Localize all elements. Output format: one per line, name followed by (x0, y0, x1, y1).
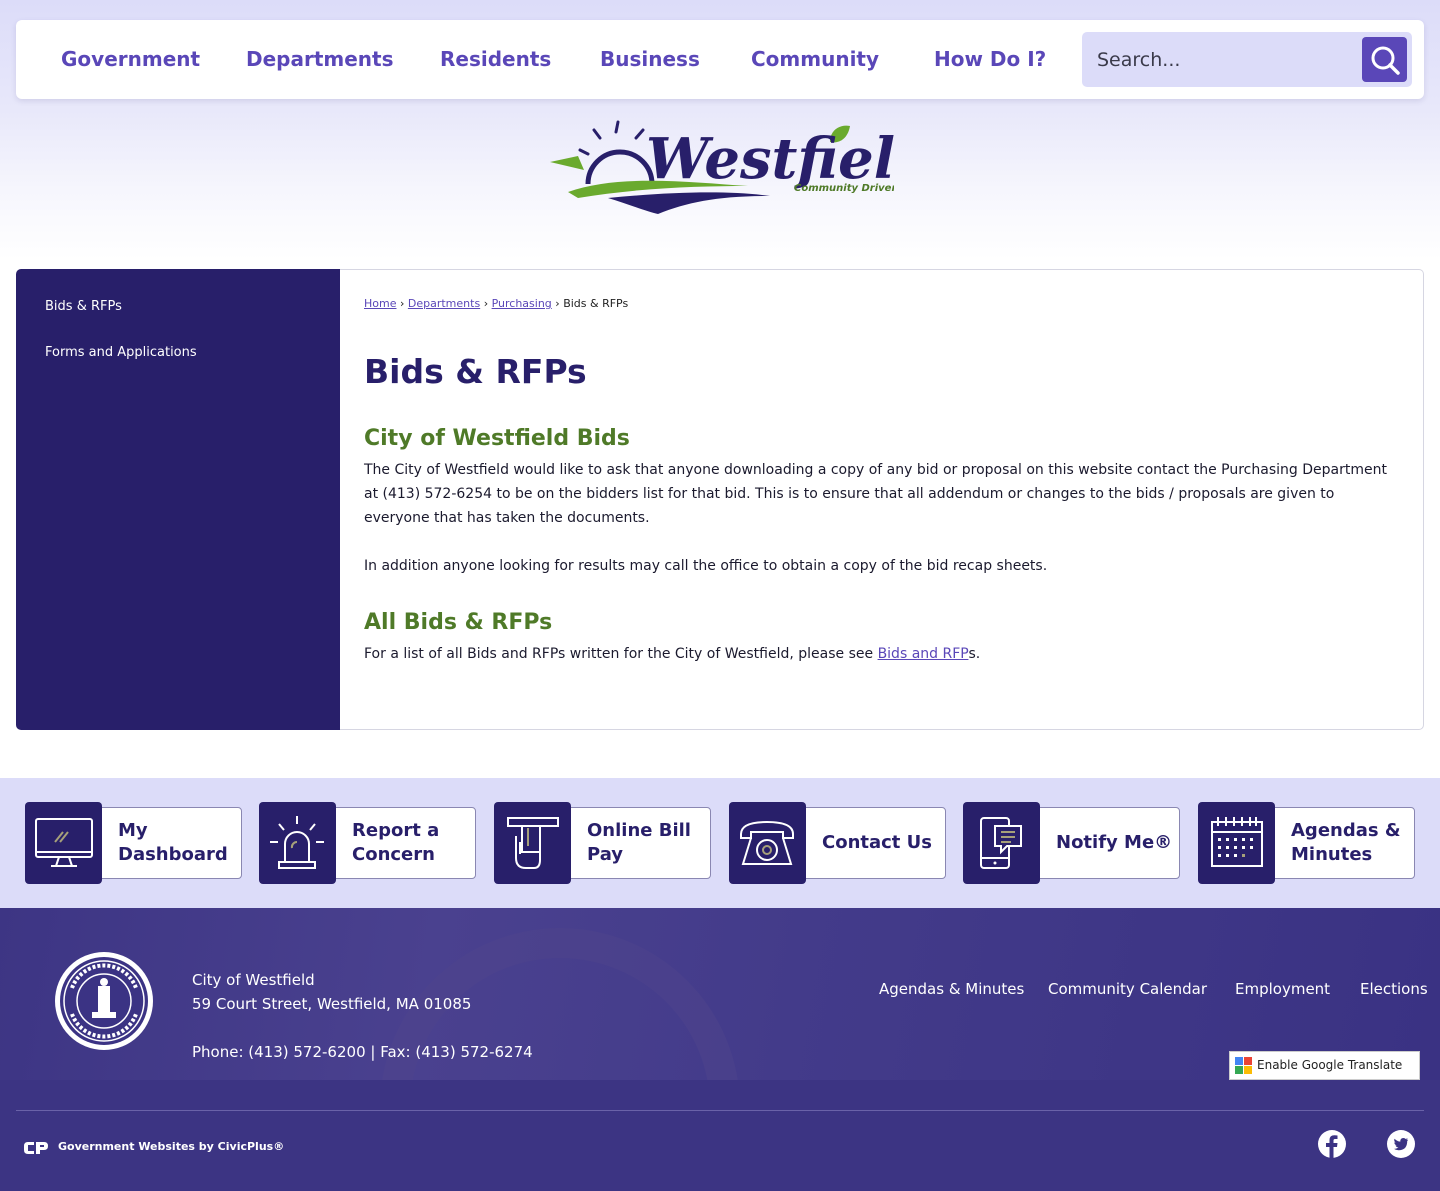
logo-tagline: Community Driven (794, 183, 894, 194)
quick-link-label: Report a Concern (352, 802, 472, 884)
search-box (1082, 32, 1412, 87)
quick-link-label: Agendas & Minutes (1291, 802, 1411, 884)
breadcrumb: Home › Departments › Purchasing › Bids &… (364, 297, 628, 310)
footer-link-community-calendar[interactable]: Community Calendar (1048, 980, 1207, 998)
all-bids-text: For a list of all Bids and RFPs written … (364, 646, 878, 662)
westfield-logo[interactable]: Westfield Community Driven (548, 112, 934, 224)
quick-link-label: Contact Us (822, 802, 942, 884)
footer-phone-fax: Phone: (413) 572-6200 | Fax: (413) 572-6… (192, 1043, 533, 1061)
search-button[interactable] (1362, 37, 1407, 82)
section-title-all-bids: All Bids & RFPs (364, 610, 553, 635)
breadcrumb-purchasing[interactable]: Purchasing (492, 297, 552, 310)
quick-link-icon-box (963, 802, 1040, 884)
quick-link-icon-box (1198, 802, 1275, 884)
footer-link-employment[interactable]: Employment (1235, 980, 1330, 998)
quick-link-line1: My (118, 820, 148, 841)
westfield-logo-graphic: Westfield Community Driven (550, 120, 934, 214)
mobile-message-icon (980, 817, 1022, 869)
search-icon (1371, 46, 1400, 75)
footer-bottom-background (0, 1080, 1440, 1191)
quick-link-line1: Notify Me® (1056, 832, 1173, 853)
google-translate-label: Enable Google Translate (1257, 1058, 1403, 1072)
breadcrumb-separator: › (399, 297, 405, 310)
sidebar-item-forms-applications[interactable]: Forms and Applications (45, 345, 197, 360)
city-seal-icon (55, 952, 153, 1050)
quick-link-label: My Dashboard (118, 802, 238, 884)
footer-link-agendas-minutes[interactable]: Agendas & Minutes (879, 980, 1024, 998)
quick-link-icon-box (25, 802, 102, 884)
quick-link-line1: Report a (352, 820, 440, 841)
quick-link-online-bill-pay[interactable]: Online Bill Pay (494, 802, 711, 884)
footer: City of Westfield 59 Court Street, Westf… (0, 908, 1440, 1191)
alarm-light-icon (270, 816, 324, 869)
bids-intro-paragraph: The City of Westfield would like to ask … (364, 462, 1387, 526)
sidebar-item-bids-rfps[interactable]: Bids & RFPs (45, 299, 122, 314)
nav-item-residents[interactable]: Residents (440, 20, 551, 99)
breadcrumb-separator: › (483, 297, 489, 310)
card-payment-icon (507, 817, 559, 869)
nav-item-community[interactable]: Community (751, 20, 879, 99)
bids-results-paragraph: In addition anyone looking for results m… (364, 558, 1048, 574)
quick-link-icon-box (259, 802, 336, 884)
quick-link-notify-me[interactable]: Notify Me® (963, 802, 1180, 884)
quick-link-line2: Concern (352, 844, 435, 865)
all-bids-paragraph: For a list of all Bids and RFPs written … (364, 642, 1394, 666)
quick-link-agendas-minutes[interactable]: Agendas & Minutes (1198, 802, 1415, 884)
quick-link-line1: Agendas & (1291, 820, 1401, 841)
quick-link-icon-box (729, 802, 806, 884)
search-input[interactable] (1082, 32, 1352, 87)
all-bids-text-end: s. (968, 646, 981, 662)
civicplus-credit-label: Government Websites by CivicPlus® (58, 1140, 285, 1153)
quick-link-my-dashboard[interactable]: My Dashboard (25, 802, 242, 884)
sidebar: Bids & RFPs Forms and Applications (16, 269, 341, 730)
footer-org-name: City of Westfield (192, 971, 315, 989)
quick-link-line2: Pay (587, 844, 624, 865)
facebook-icon[interactable] (1318, 1130, 1346, 1158)
page-title: Bids & RFPs (364, 352, 587, 391)
telephone-icon (740, 820, 794, 865)
bids-and-rfps-link[interactable]: Bids and RFP (878, 646, 969, 662)
nav-item-departments[interactable]: Departments (246, 20, 394, 99)
quick-link-icon-box (494, 802, 571, 884)
nav-item-how-do-i[interactable]: How Do I? (934, 20, 1046, 99)
civicplus-logo-icon (24, 1142, 48, 1154)
google-translate-icon (1235, 1057, 1252, 1074)
quick-link-line1: Online Bill (587, 820, 691, 841)
quick-link-line2: Minutes (1291, 844, 1373, 865)
quick-link-report-concern[interactable]: Report a Concern (259, 802, 476, 884)
footer-link-elections[interactable]: Elections (1360, 980, 1428, 998)
quick-link-contact-us[interactable]: Contact Us (729, 802, 946, 884)
quick-link-line1: Contact Us (822, 832, 933, 853)
breadcrumb-current: Bids & RFPs (563, 297, 629, 310)
monitor-icon (35, 818, 93, 867)
nav-item-government[interactable]: Government (61, 20, 200, 99)
section-title-city-bids: City of Westfield Bids (364, 426, 630, 451)
footer-divider (16, 1110, 1424, 1111)
quick-links-band: My Dashboard Report a Concern Online Bil… (0, 778, 1440, 908)
quick-link-line2: Dashboard (118, 844, 228, 865)
main-content: Home › Departments › Purchasing › Bids &… (340, 269, 1424, 730)
quick-link-label: Notify Me® (1056, 802, 1176, 884)
breadcrumb-home[interactable]: Home (364, 297, 396, 310)
nav-item-business[interactable]: Business (600, 20, 700, 99)
main-navigation: Government Departments Residents Busines… (16, 20, 1424, 99)
quick-link-label: Online Bill Pay (587, 802, 707, 884)
breadcrumb-departments[interactable]: Departments (408, 297, 480, 310)
twitter-icon[interactable] (1387, 1130, 1415, 1158)
breadcrumb-separator: › (555, 297, 560, 310)
footer-address: 59 Court Street, Westfield, MA 01085 (192, 995, 472, 1013)
calendar-icon (1211, 817, 1263, 867)
google-translate-button[interactable]: Enable Google Translate (1229, 1051, 1420, 1080)
